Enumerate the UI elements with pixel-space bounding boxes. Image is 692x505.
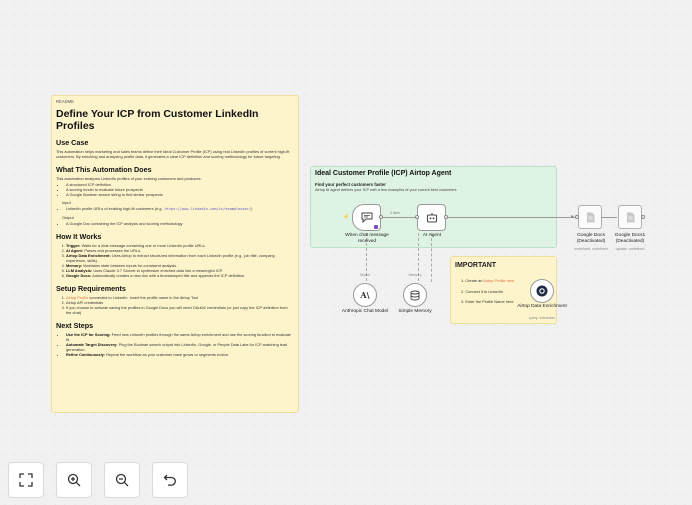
- docs1-subtitle: update: undefined: [615, 247, 645, 251]
- zoom-in-icon: [67, 473, 81, 487]
- setup-item: If you choose to activate saving the pro…: [66, 305, 294, 315]
- next-item-text: Repeat the workflow as your customer bas…: [105, 352, 230, 357]
- pin-icon: [374, 225, 378, 229]
- undo-icon: [163, 474, 176, 486]
- google-docs1-node[interactable]: [618, 205, 642, 229]
- what-intro: This automation analyzes LinkedIn profil…: [56, 176, 202, 181]
- trigger-output-port[interactable]: [379, 215, 383, 219]
- use-case-heading: Use Case: [56, 138, 89, 147]
- ai-agent-node[interactable]: [417, 204, 446, 231]
- database-icon: [410, 290, 420, 300]
- what-item: A Google Boolean search string to find s…: [66, 192, 294, 197]
- fit-view-button[interactable]: [8, 462, 44, 498]
- docs1-output-port[interactable]: [641, 215, 645, 219]
- output-list: A Google Doc containing the ICP analysis…: [56, 221, 294, 226]
- docs-input-port[interactable]: [575, 215, 579, 219]
- docs1-label: Google Docs1 (Deactivated): [614, 233, 646, 244]
- setup-list: Airtop Profile connected to LinkedIn. In…: [56, 295, 294, 315]
- use-case-text: This automation helps marketing and sale…: [56, 149, 290, 159]
- what-heading: What This Automation Does: [56, 165, 152, 174]
- memory-tag: Memory: [408, 273, 422, 277]
- fit-view-icon: [19, 473, 33, 487]
- zoom-out-button[interactable]: [104, 462, 140, 498]
- simple-memory-node[interactable]: [403, 283, 427, 307]
- output-label: Output: [62, 215, 74, 220]
- next-item: Automate Target Discovery: Plug the Bool…: [66, 342, 294, 352]
- doc-icon: [586, 212, 594, 222]
- connector-tools: [431, 233, 432, 282]
- anthropic-icon: A\: [360, 290, 370, 300]
- undo-button[interactable]: [152, 462, 188, 498]
- next-list: Use the ICP for Scoring: Feed new Linked…: [56, 332, 294, 357]
- model-label: Anthropic Chat Model: [341, 309, 389, 314]
- agent-output-port[interactable]: [444, 215, 448, 219]
- how-heading: How It Works: [56, 232, 102, 241]
- output-item: A Google Doc containing the ICP analysis…: [66, 221, 294, 226]
- setup-heading: Setup Requirements: [56, 284, 126, 293]
- agent-label: AI Agent: [422, 233, 442, 238]
- google-docs-node[interactable]: [578, 205, 602, 229]
- zoom-out-icon: [115, 473, 129, 487]
- next-item: Refine Continuously: Repeat the workflow…: [66, 352, 294, 357]
- next-item: Use the ICP for Scoring: Feed new Linked…: [66, 332, 294, 342]
- input-example-code: https://www.linkedin.com/in/exampleuser/: [164, 207, 252, 211]
- lightning-icon: ⚡: [343, 214, 350, 220]
- step-text: 1. Create an: [461, 278, 484, 283]
- agent-input-port[interactable]: [415, 215, 419, 219]
- next-item-bold: Refine Continuously:: [66, 352, 106, 357]
- airtop-label: Airtop Data Enrichment: [517, 304, 567, 309]
- input-item: LinkedIn profile URLs of existing high-f…: [66, 206, 294, 212]
- zoom-in-button[interactable]: [56, 462, 92, 498]
- input-end: ): [251, 206, 253, 211]
- airtop-subtitle: query: extraction: [528, 316, 556, 320]
- anthropic-chat-model-node[interactable]: A\: [353, 283, 377, 307]
- next-heading: Next Steps: [56, 321, 94, 330]
- next-item-bold: Use the ICP for Scoring:: [66, 332, 111, 337]
- how-item-text: Automatically creates a new doc with a t…: [91, 273, 245, 278]
- airtop-data-enrichment-node[interactable]: [530, 279, 554, 303]
- edge-trigger-agent[interactable]: [382, 217, 415, 218]
- input-list: LinkedIn profile URLs of existing high-f…: [56, 206, 294, 212]
- how-item: Google Docs: Automatically creates a new…: [66, 273, 294, 278]
- setup-item-text: connected to LinkedIn. Insert the profil…: [88, 295, 199, 300]
- model-tag: Model: [360, 273, 370, 277]
- how-list: Trigger: Waits for a chat message contai…: [56, 243, 294, 278]
- memory-label: Simple Memory: [398, 309, 432, 314]
- agent-note-title: Ideal Customer Profile (ICP) Airtop Agen…: [315, 170, 452, 177]
- airtop-profile-here-link[interactable]: Airtop Profile here: [483, 278, 514, 283]
- arrow-icon: ▸: [571, 214, 575, 220]
- doc-icon: [626, 212, 634, 222]
- agent-note-subtitle: Find your perfect customers faster: [315, 182, 386, 187]
- airtop-icon: [536, 285, 548, 297]
- edge-docs-docs1[interactable]: [601, 217, 617, 218]
- input-label: Input: [62, 200, 71, 205]
- trigger-label: When chat message received: [345, 233, 389, 244]
- setup-item-text: If you choose to activate saving the pro…: [66, 305, 288, 315]
- agent-note-desc: Airtop AI agent defines your ICP with a …: [315, 188, 457, 192]
- what-list: A structured ICP definition A scoring mo…: [56, 182, 294, 197]
- chat-icon: [361, 212, 372, 223]
- edge-agent-docs[interactable]: [447, 217, 575, 218]
- input-text: LinkedIn profile URLs of existing high-f…: [66, 206, 164, 211]
- readme-tag: README: [56, 99, 74, 104]
- robot-icon: [426, 213, 437, 223]
- readme-title: Define Your ICP from Customer LinkedIn P…: [56, 108, 259, 132]
- how-item-bold: Google Docs:: [66, 273, 92, 278]
- how-item: Airtop Data Enrichment: Uses Airtop to e…: [66, 253, 294, 263]
- edge-item-count: 1 item: [390, 211, 400, 215]
- readme-sticky-note[interactable]: README Define Your ICP from Customer Lin…: [51, 95, 299, 413]
- important-title: IMPORTANT: [455, 262, 497, 269]
